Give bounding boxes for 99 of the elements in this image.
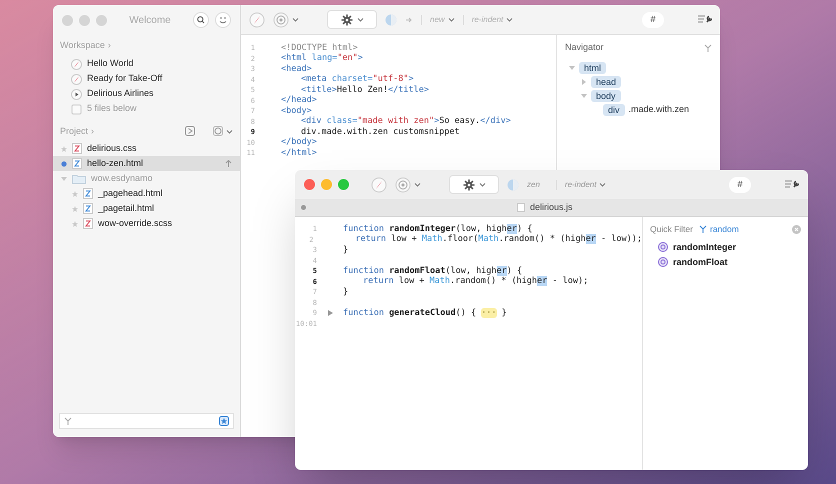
code-line: }: [343, 244, 348, 257]
close-button[interactable]: [304, 179, 315, 190]
code-line: </body>: [281, 136, 317, 148]
filter-result[interactable]: randomInteger: [643, 240, 808, 255]
workspace-item[interactable]: Ready for Take-Off: [60, 72, 233, 86]
square-icon: [71, 104, 82, 114]
compass-icon: [71, 58, 82, 70]
code-line: function generateCloud() { ··· }: [343, 306, 507, 320]
file-item[interactable]: wow-override.scss: [53, 216, 240, 231]
star-icon[interactable]: [61, 146, 67, 152]
star-icon[interactable]: [219, 416, 229, 426]
clear-icon[interactable]: [792, 224, 801, 234]
zoom-button[interactable]: [96, 14, 107, 26]
file-item[interactable]: delirious.css: [53, 141, 240, 156]
hash-button[interactable]: #: [642, 12, 664, 28]
list-wrench-icon[interactable]: [698, 15, 712, 24]
filter-icon: [64, 417, 72, 425]
play-square-icon[interactable]: [185, 126, 195, 136]
settings-button[interactable]: [449, 175, 499, 194]
file-item[interactable]: hello-zen.html: [53, 156, 240, 171]
code-line: <head>: [281, 62, 312, 75]
caret-icon: [448, 17, 455, 22]
node-detail: .made.with.zen: [628, 102, 690, 116]
chevron-icon: ›: [91, 124, 94, 138]
close-button[interactable]: [62, 14, 73, 26]
minimize-button[interactable]: [321, 179, 332, 190]
code-line: <meta charset="utf-8">: [301, 73, 414, 86]
smiley-icon[interactable]: [215, 12, 231, 28]
file-icon: [72, 158, 82, 169]
filter-field[interactable]: [59, 413, 234, 429]
star-icon[interactable]: [72, 206, 78, 212]
filter-icon: [698, 225, 707, 234]
filter-icon[interactable]: [704, 44, 712, 52]
disclosure-icon[interactable]: [581, 78, 587, 84]
caret-icon: [356, 17, 364, 22]
code-line: </html>: [281, 146, 317, 160]
arrow-icon[interactable]: [405, 16, 413, 24]
chevron-icon: ›: [108, 39, 111, 52]
code-line: return low + Math.floor(Math.random() * (higher - low));: [355, 233, 642, 246]
panel-title: Quick Filter: [650, 223, 693, 236]
file-icon: [83, 188, 93, 199]
folder-icon: [72, 173, 86, 184]
window-title: Welcome: [128, 14, 172, 28]
caret-icon[interactable]: [292, 17, 299, 22]
tag-label[interactable]: body: [591, 90, 621, 102]
code-line: <div class="made with zen">So easy.</div>: [301, 115, 511, 128]
file-icon: [517, 203, 525, 212]
tag-label[interactable]: html: [579, 62, 606, 74]
file-icon: [83, 218, 93, 229]
minimize-button[interactable]: [79, 14, 90, 26]
tab-title[interactable]: delirious.js: [530, 200, 573, 214]
hash-button[interactable]: #: [729, 176, 751, 192]
code-line: function randomInteger(low, higher) {: [343, 222, 532, 234]
fold-arrow-icon[interactable]: [328, 310, 332, 316]
filter-result[interactable]: randomFloat: [643, 254, 808, 270]
code-line: <body>: [281, 104, 312, 116]
code-line: </head>: [281, 94, 317, 106]
dot-icon: [61, 160, 67, 166]
code-line: }: [343, 286, 348, 299]
search-icon[interactable]: [193, 12, 209, 28]
target-icon[interactable]: [395, 176, 411, 192]
compass-icon[interactable]: [371, 176, 387, 192]
panel-title: Navigator: [565, 41, 604, 54]
zoom-button[interactable]: [338, 179, 349, 190]
workspace-item[interactable]: Delirious Airlines: [60, 86, 233, 102]
compass-icon: [71, 74, 82, 84]
workspace-item[interactable]: Hello World: [60, 56, 233, 72]
disclosure-icon[interactable]: [569, 64, 575, 70]
compass-icon[interactable]: [249, 12, 265, 28]
code-line: function randomFloat(low, higher) {: [343, 264, 522, 276]
file-item[interactable]: _pagehead.html: [53, 186, 240, 201]
code-line: div.made.with.zen customsnippet: [301, 126, 460, 138]
star-icon[interactable]: [72, 220, 78, 226]
tag-label[interactable]: head: [591, 76, 622, 88]
code-line: <title>Hello Zen!</title>: [301, 84, 429, 96]
play-icon: [71, 88, 82, 100]
star-icon[interactable]: [72, 190, 78, 196]
section-heading: Project: [60, 124, 88, 138]
list-wrench-icon[interactable]: [785, 180, 799, 189]
mode-label: zen: [527, 178, 540, 190]
caret-icon: [599, 182, 606, 187]
caret-icon[interactable]: [226, 128, 233, 134]
disclosure-icon[interactable]: [61, 176, 67, 182]
file-item[interactable]: _pagetail.html: [53, 201, 240, 216]
code-line: <!DOCTYPE html>: [281, 42, 358, 54]
file-icon: [72, 143, 82, 154]
settings-button[interactable]: [327, 10, 377, 29]
caret-icon: [506, 17, 514, 22]
target-icon[interactable]: [273, 12, 289, 28]
disclosure-icon[interactable]: [581, 92, 587, 98]
up-arrow-icon[interactable]: [225, 160, 232, 167]
code-line: <html lang="en">: [281, 52, 363, 64]
code-line: return low + Math.random() * (higher - low);: [363, 275, 588, 288]
tag-label[interactable]: div: [603, 104, 625, 116]
file-icon: [83, 203, 93, 214]
filter-field[interactable]: random: [698, 223, 786, 236]
caret-icon[interactable]: [414, 182, 421, 187]
caret-icon: [478, 182, 486, 187]
section-heading: Workspace: [60, 39, 105, 52]
